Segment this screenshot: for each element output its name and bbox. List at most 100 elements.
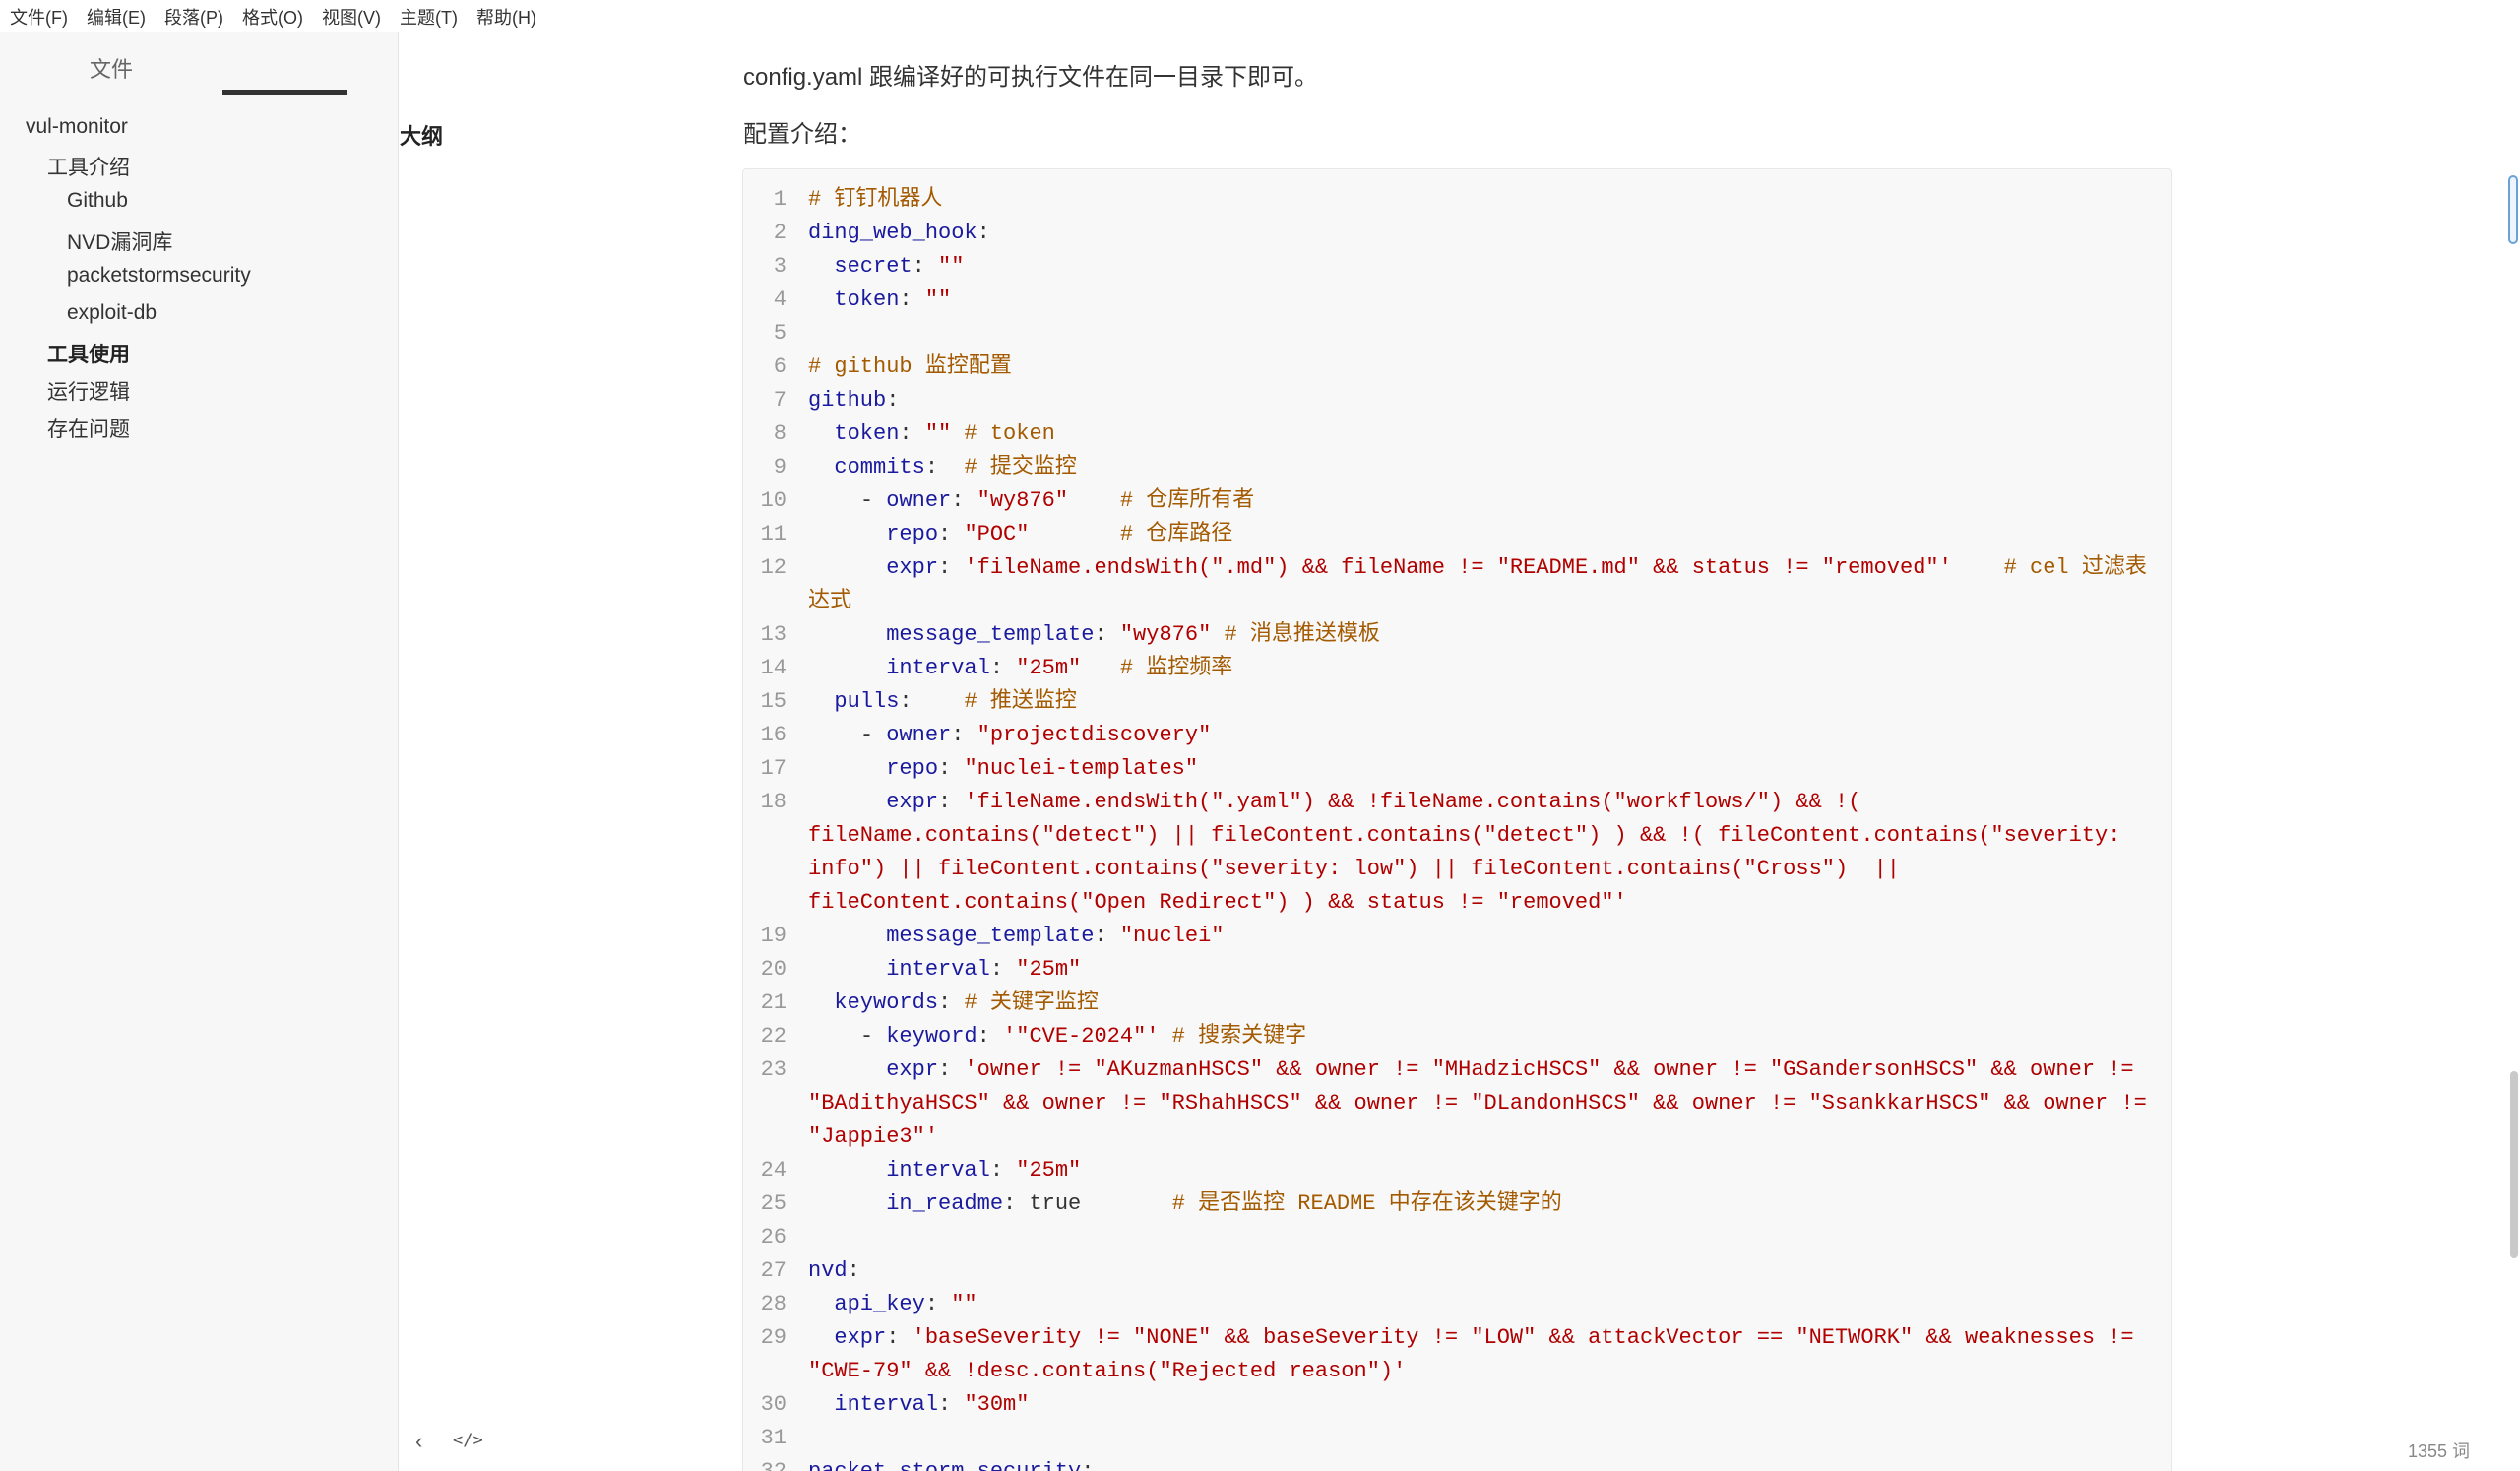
line-number: 8 (773, 421, 787, 446)
outline-item-issues[interactable]: 存在问题 (47, 414, 130, 443)
line-number: 2 (773, 221, 787, 245)
code-line-text: expr: 'owner != "AKuzmanHSCS" && owner !… (808, 1054, 2157, 1154)
line-number: 20 (760, 957, 787, 982)
code-token: # 提交监控 (964, 455, 1077, 480)
outline-item-tool-usage[interactable]: 工具使用 (47, 339, 130, 368)
code-token: "" (938, 254, 965, 279)
code-token: - (808, 1024, 887, 1049)
outline-item-vul-monitor[interactable]: vul-monitor (26, 115, 128, 139)
code-token: expr (808, 1057, 939, 1082)
code-token: expr (808, 555, 939, 580)
outline-item-packetstormsecurity[interactable]: packetstormsecurity (67, 264, 251, 288)
code-token: : (938, 756, 965, 781)
code-token: : (899, 689, 965, 714)
code-line: 4 token: "" (743, 284, 2157, 317)
code-token: # 推送监控 (964, 689, 1077, 714)
code-token: : (924, 1292, 952, 1316)
code-token: owner (886, 488, 952, 513)
line-number: 13 (760, 622, 787, 647)
outline-item-nvd[interactable]: NVD漏洞库 (67, 226, 172, 256)
outline-item-github[interactable]: Github (67, 189, 128, 213)
code-line: 30 interval: "30m" (743, 1388, 2157, 1422)
line-number: 22 (760, 1024, 787, 1049)
code-line: 3 secret: "" (743, 250, 2157, 284)
code-token: : (886, 388, 900, 413)
line-number: 10 (760, 488, 787, 513)
menu-file[interactable]: 文件(F) (0, 4, 77, 30)
code-line-text: expr: 'fileName.endsWith(".yaml") && !fi… (808, 786, 2157, 920)
outline-item-run-logic[interactable]: 运行逻辑 (47, 376, 130, 406)
outline-item-exploit-db[interactable]: exploit-db (67, 301, 157, 325)
code-token: : (1094, 622, 1120, 647)
code-line: 13 message_template: "wy876" # 消息推送模板 (743, 618, 2157, 652)
code-token: interval (808, 656, 990, 680)
menu-edit[interactable]: 编辑(E) (77, 4, 155, 30)
code-line: 1 # 钉钉机器人 (743, 183, 2157, 217)
menu-view[interactable]: 视图(V) (312, 4, 390, 30)
code-line: 27 nvd: (743, 1254, 2157, 1288)
line-number: 27 (760, 1258, 787, 1283)
code-token: "30m" (964, 1392, 1030, 1417)
code-line: 7 github: (743, 384, 2157, 417)
menu-format[interactable]: 格式(O) (232, 4, 312, 30)
code-line-text: nvd: (808, 1254, 2157, 1288)
code-line-text: interval: "25m" # 监控频率 (808, 652, 2157, 685)
code-line: 8 token: "" # token (743, 417, 2157, 451)
code-token: api_key (808, 1292, 925, 1316)
code-line-text: api_key: "" (808, 1288, 2157, 1321)
code-token: : (938, 1057, 965, 1082)
code-token: 'fileName.endsWith(".yaml") && !fileName… (808, 790, 2134, 915)
code-token: # 仓库路径 (1029, 522, 1233, 546)
code-line-text: ding_web_hook: (808, 217, 2157, 250)
code-block[interactable]: 1 # 钉钉机器人 2 ding_web_hook: 3 secret: "" 4 tok… (742, 168, 2172, 1471)
line-number: 1 (773, 187, 787, 212)
code-token: # github 监控配置 (808, 354, 1012, 379)
code-token: : (938, 1392, 965, 1417)
editor-content: config.yaml 跟编译好的可执行文件在同一目录下即可。 配置介绍： 1 #… (399, 0, 2495, 1471)
code-line: 10 - owner: "wy876" # 仓库所有者 (743, 484, 2157, 518)
line-number: 21 (760, 991, 787, 1015)
code-line-text: keywords: # 关键字监控 (808, 987, 2157, 1020)
line-number: 11 (760, 522, 787, 546)
code-line: 5 (743, 317, 2157, 351)
word-count[interactable]: 1355 词 (2408, 1438, 2470, 1463)
tab-files[interactable]: 文件 (49, 52, 173, 84)
code-token: github (808, 388, 887, 413)
code-token: : (951, 723, 977, 747)
scrollbar-minimap-thumb[interactable] (2508, 175, 2518, 244)
code-token: repo (808, 522, 939, 546)
code-token: keywords (808, 991, 939, 1015)
paragraph-config-location: config.yaml 跟编译好的可执行文件在同一目录下即可。 (743, 64, 1319, 91)
code-token: : (847, 1258, 860, 1283)
line-number: 29 (760, 1325, 787, 1350)
code-token: # 仓库所有者 (1068, 488, 1255, 513)
code-token: # 是否监控 README 中存在该关键字的 (1171, 1191, 1562, 1216)
code-lines: 1 # 钉钉机器人 2 ding_web_hook: 3 secret: "" 4 tok… (743, 183, 2157, 1471)
code-line: 32 packet_storm_security: (743, 1455, 2157, 1471)
code-token: "" (924, 288, 952, 312)
code-line-text: # 钉钉机器人 (808, 183, 2157, 217)
code-line-text: - keyword: '"CVE-2024"' # 搜索关键字 (808, 1020, 2157, 1054)
code-token: : (976, 1024, 1004, 1049)
code-token: : (899, 421, 925, 446)
code-token: # 搜索关键字 (1159, 1024, 1307, 1049)
code-line: 11 repo: "POC" # 仓库路径 (743, 518, 2157, 551)
menu-paragraph[interactable]: 段落(P) (155, 4, 232, 30)
code-token: "projectdiscovery" (976, 723, 1212, 747)
code-token: message_template (808, 924, 1095, 948)
outline-item-tool-intro[interactable]: 工具介绍 (47, 152, 130, 181)
code-token: "" (951, 1292, 977, 1316)
code-token: nvd (808, 1258, 848, 1283)
code-line: 18 expr: 'fileName.endsWith(".yaml") && … (743, 786, 2157, 920)
code-token: commits (808, 455, 925, 480)
sidebar: 文件 大纲 vul-monitor 工具介绍 Github NVD漏洞库 pac… (0, 32, 443, 1471)
code-token: # 监控频率 (1081, 656, 1233, 680)
code-token: # 关键字监控 (964, 991, 1099, 1015)
code-token: 'baseSeverity != "NONE" && baseSeverity … (808, 1325, 2147, 1383)
sidebar-tabs: 文件 大纲 (0, 32, 443, 149)
scrollbar-thumb[interactable] (2510, 1071, 2518, 1258)
code-line-text: commits: # 提交监控 (808, 451, 2157, 484)
code-token: packet_storm_security (808, 1459, 1081, 1471)
code-line: 25 in_readme: true # 是否监控 README 中存在该关键字… (743, 1187, 2157, 1221)
line-number: 30 (760, 1392, 787, 1417)
